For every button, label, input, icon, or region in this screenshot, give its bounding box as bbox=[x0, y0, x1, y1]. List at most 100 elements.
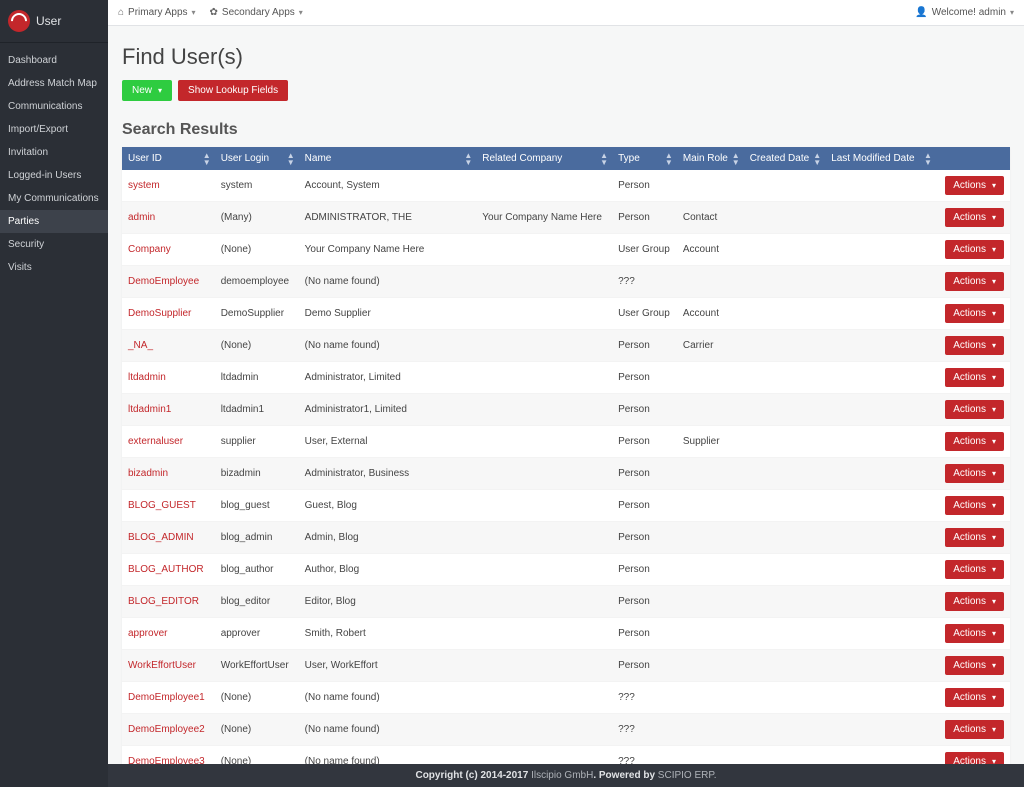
chevron-down-icon: ▾ bbox=[158, 86, 162, 95]
sidebar-item-import-export[interactable]: Import/Export bbox=[0, 118, 108, 141]
chevron-down-icon: ▾ bbox=[992, 757, 996, 764]
user-id-link[interactable]: system bbox=[128, 180, 160, 191]
actions-button[interactable]: Actions▾ bbox=[945, 240, 1004, 259]
actions-button[interactable]: Actions▾ bbox=[945, 560, 1004, 579]
table-row: ltdadmin1ltdadmin1Administrator1, Limite… bbox=[122, 394, 1010, 426]
sort-icon[interactable]: ▲▼ bbox=[203, 152, 211, 166]
sidebar-item-security[interactable]: Security bbox=[0, 233, 108, 256]
topbar: ⌂ Primary Apps ▾ ✿ Secondary Apps ▾ 👤 We… bbox=[108, 0, 1024, 26]
user-id-link[interactable]: BLOG_GUEST bbox=[128, 500, 196, 511]
sort-icon[interactable]: ▲▼ bbox=[813, 152, 821, 166]
sidebar-nav: DashboardAddress Match MapCommunications… bbox=[0, 43, 108, 285]
table-row: bizadminbizadminAdministrator, BusinessP… bbox=[122, 458, 1010, 490]
page-title: Find User(s) bbox=[122, 44, 1010, 70]
actions-button[interactable]: Actions▾ bbox=[945, 368, 1004, 387]
actions-button[interactable]: Actions▾ bbox=[945, 336, 1004, 355]
chevron-down-icon: ▾ bbox=[992, 469, 996, 478]
user-id-link[interactable]: _NA_ bbox=[128, 340, 153, 351]
primary-apps-menu[interactable]: ⌂ Primary Apps ▾ bbox=[118, 7, 196, 18]
user-id-link[interactable]: approver bbox=[128, 628, 167, 639]
user-id-link[interactable]: bizadmin bbox=[128, 468, 168, 479]
col-user-login[interactable]: User Login▲▼ bbox=[215, 147, 299, 170]
actions-button[interactable]: Actions▾ bbox=[945, 208, 1004, 227]
user-id-link[interactable]: BLOG_EDITOR bbox=[128, 596, 199, 607]
user-id-link[interactable]: DemoEmployee3 bbox=[128, 756, 205, 764]
sidebar-item-visits[interactable]: Visits bbox=[0, 256, 108, 279]
table-row: DemoEmployeedemoemployee(No name found)?… bbox=[122, 266, 1010, 298]
sidebar-item-my-communications[interactable]: My Communications bbox=[0, 187, 108, 210]
chevron-down-icon: ▾ bbox=[992, 245, 996, 254]
actions-button[interactable]: Actions▾ bbox=[945, 272, 1004, 291]
actions-button[interactable]: Actions▾ bbox=[945, 496, 1004, 515]
user-id-link[interactable]: DemoSupplier bbox=[128, 308, 191, 319]
user-id-link[interactable]: WorkEffortUser bbox=[128, 660, 196, 671]
brand: User bbox=[0, 0, 108, 43]
secondary-apps-menu[interactable]: ✿ Secondary Apps ▾ bbox=[210, 7, 303, 18]
sort-icon[interactable]: ▲▼ bbox=[732, 152, 740, 166]
actions-button[interactable]: Actions▾ bbox=[945, 656, 1004, 675]
sort-icon[interactable]: ▲▼ bbox=[924, 152, 932, 166]
user-id-link[interactable]: Company bbox=[128, 244, 171, 255]
sidebar-item-logged-in-users[interactable]: Logged-in Users bbox=[0, 164, 108, 187]
actions-button[interactable]: Actions▾ bbox=[945, 688, 1004, 707]
user-id-link[interactable]: DemoEmployee1 bbox=[128, 692, 205, 703]
chevron-down-icon: ▾ bbox=[992, 181, 996, 190]
col-related-company[interactable]: Related Company▲▼ bbox=[476, 147, 612, 170]
actions-button[interactable]: Actions▾ bbox=[945, 400, 1004, 419]
user-id-link[interactable]: DemoEmployee2 bbox=[128, 724, 205, 735]
col-actions bbox=[936, 147, 1010, 170]
user-id-link[interactable]: DemoEmployee bbox=[128, 276, 199, 287]
user-id-link[interactable]: BLOG_ADMIN bbox=[128, 532, 194, 543]
actions-button[interactable]: Actions▾ bbox=[945, 592, 1004, 611]
sidebar-item-invitation[interactable]: Invitation bbox=[0, 141, 108, 164]
table-row: BLOG_ADMINblog_adminAdmin, BlogPersonAct… bbox=[122, 522, 1010, 554]
sort-icon[interactable]: ▲▼ bbox=[665, 152, 673, 166]
actions-button[interactable]: Actions▾ bbox=[945, 176, 1004, 195]
sort-icon[interactable]: ▲▼ bbox=[600, 152, 608, 166]
actions-button[interactable]: Actions▾ bbox=[945, 720, 1004, 739]
chevron-down-icon: ▾ bbox=[992, 277, 996, 286]
actions-button[interactable]: Actions▾ bbox=[945, 528, 1004, 547]
table-row: BLOG_AUTHORblog_authorAuthor, BlogPerson… bbox=[122, 554, 1010, 586]
actions-button[interactable]: Actions▾ bbox=[945, 432, 1004, 451]
chevron-down-icon: ▾ bbox=[992, 629, 996, 638]
chevron-down-icon: ▾ bbox=[992, 437, 996, 446]
new-button[interactable]: New ▾ bbox=[122, 80, 172, 101]
actions-button[interactable]: Actions▾ bbox=[945, 752, 1004, 764]
table-row: Company(None)Your Company Name HereUser … bbox=[122, 234, 1010, 266]
table-row: WorkEffortUserWorkEffortUserUser, WorkEf… bbox=[122, 650, 1010, 682]
chevron-down-icon: ▾ bbox=[299, 8, 303, 17]
user-menu[interactable]: 👤 Welcome! admin ▾ bbox=[915, 7, 1014, 18]
col-last-modified-date[interactable]: Last Modified Date▲▼ bbox=[825, 147, 936, 170]
users-table: User ID▲▼User Login▲▼Name▲▼Related Compa… bbox=[122, 147, 1010, 764]
user-id-link[interactable]: ltdadmin1 bbox=[128, 404, 171, 415]
user-id-link[interactable]: BLOG_AUTHOR bbox=[128, 564, 204, 575]
table-row: admin(Many)ADMINISTRATOR, THEYour Compan… bbox=[122, 202, 1010, 234]
sidebar-item-communications[interactable]: Communications bbox=[0, 95, 108, 118]
col-user-id[interactable]: User ID▲▼ bbox=[122, 147, 215, 170]
chevron-down-icon: ▾ bbox=[992, 661, 996, 670]
chevron-down-icon: ▾ bbox=[1010, 8, 1014, 17]
user-id-link[interactable]: ltdadmin bbox=[128, 372, 166, 383]
table-row: DemoEmployee1(None)(No name found)???Act… bbox=[122, 682, 1010, 714]
user-id-link[interactable]: externaluser bbox=[128, 436, 183, 447]
footer-powered: . Powered by bbox=[593, 770, 657, 781]
user-id-link[interactable]: admin bbox=[128, 212, 155, 223]
actions-button[interactable]: Actions▾ bbox=[945, 624, 1004, 643]
sidebar-item-address-match-map[interactable]: Address Match Map bbox=[0, 72, 108, 95]
sidebar-item-dashboard[interactable]: Dashboard bbox=[0, 49, 108, 72]
new-button-label: New bbox=[132, 85, 152, 96]
sidebar-item-parties[interactable]: Parties bbox=[0, 210, 108, 233]
table-row: BLOG_GUESTblog_guestGuest, BlogPersonAct… bbox=[122, 490, 1010, 522]
secondary-apps-label: Secondary Apps bbox=[222, 7, 295, 18]
col-created-date[interactable]: Created Date▲▼ bbox=[744, 147, 825, 170]
actions-button[interactable]: Actions▾ bbox=[945, 304, 1004, 323]
actions-button[interactable]: Actions▾ bbox=[945, 464, 1004, 483]
col-name[interactable]: Name▲▼ bbox=[299, 147, 477, 170]
sort-icon[interactable]: ▲▼ bbox=[464, 152, 472, 166]
col-main-role[interactable]: Main Role▲▼ bbox=[677, 147, 744, 170]
col-type[interactable]: Type▲▼ bbox=[612, 147, 677, 170]
show-lookup-fields-button[interactable]: Show Lookup Fields bbox=[178, 80, 288, 101]
sort-icon[interactable]: ▲▼ bbox=[287, 152, 295, 166]
chevron-down-icon: ▾ bbox=[992, 533, 996, 542]
